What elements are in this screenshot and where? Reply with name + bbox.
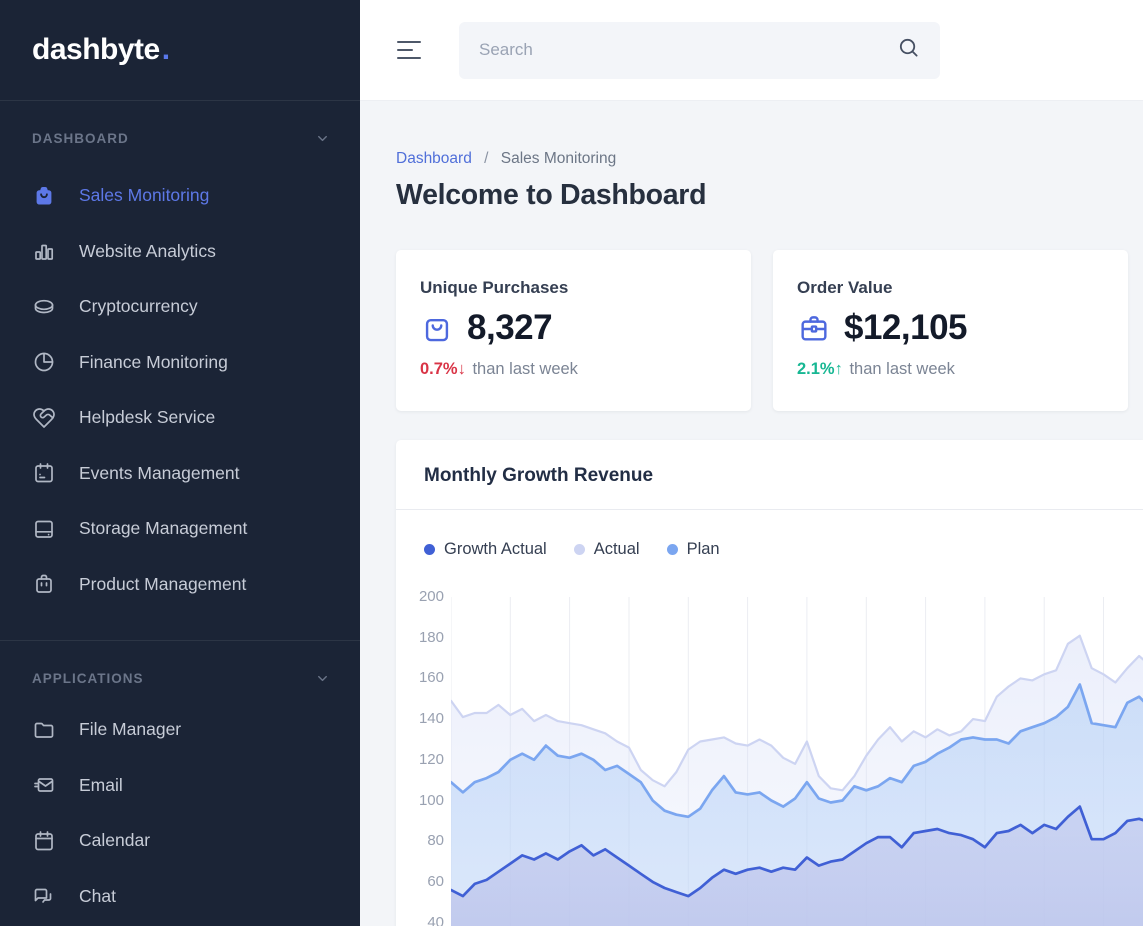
revenue-chart-card: Monthly Growth Revenue Growth Actual Act… <box>396 440 1143 926</box>
brand-name: dashbyte <box>32 33 160 67</box>
mail-send-icon <box>32 773 56 797</box>
chat-icon <box>32 884 56 908</box>
y-axis-tick: 160 <box>396 669 444 686</box>
legend-dot <box>574 544 585 555</box>
y-axis-tick: 120 <box>396 751 444 768</box>
stat-value: $12,105 <box>844 308 967 348</box>
legend-dot <box>424 544 435 555</box>
chart-header: Monthly Growth Revenue <box>396 440 1143 510</box>
y-axis-tick: 40 <box>396 914 444 926</box>
sidebar-nav-applications: File Manager Email Calendar Chat <box>0 702 360 924</box>
legend-item-plan[interactable]: Plan <box>667 540 720 559</box>
coin-icon <box>32 295 56 319</box>
stat-label: Order Value <box>797 278 1104 298</box>
shopping-bag-icon <box>32 184 56 208</box>
sidebar-item-storage-management[interactable]: Storage Management <box>0 501 360 557</box>
breadcrumb-current: Sales Monitoring <box>501 150 616 167</box>
brand-dot: . <box>162 33 170 67</box>
folder-icon <box>32 718 56 742</box>
briefcase-icon <box>797 311 831 345</box>
sidebar-item-label: Finance Monitoring <box>79 352 228 373</box>
stat-label: Unique Purchases <box>420 278 727 298</box>
hard-drive-icon <box>32 517 56 541</box>
sidebar-item-chat[interactable]: Chat <box>0 869 360 925</box>
chart-legend: Growth Actual Actual Plan <box>396 510 1143 559</box>
sidebar-item-label: Helpdesk Service <box>79 407 215 428</box>
sidebar-item-finance-monitoring[interactable]: Finance Monitoring <box>0 335 360 391</box>
search-icon[interactable] <box>897 36 920 64</box>
legend-item-growth-actual[interactable]: Growth Actual <box>424 540 547 559</box>
page-content: Dashboard / Sales Monitoring Welcome to … <box>360 101 1143 926</box>
breadcrumb-link-dashboard[interactable]: Dashboard <box>396 150 472 167</box>
sidebar-item-email[interactable]: Email <box>0 758 360 814</box>
sidebar-item-label: Calendar <box>79 830 150 851</box>
chevron-down-icon <box>315 671 330 686</box>
bar-chart-icon <box>32 239 56 263</box>
y-axis-tick: 100 <box>396 792 444 809</box>
stat-card-order-value: Order Value $12,105 2.1%↑ than last week <box>773 250 1128 411</box>
stat-delta-row: 2.1%↑ than last week <box>797 360 1104 379</box>
arrow-down-icon: ↓ <box>458 360 466 378</box>
sidebar-item-label: File Manager <box>79 719 181 740</box>
y-axis-tick: 140 <box>396 710 444 727</box>
sidebar-item-label: Cryptocurrency <box>79 296 198 317</box>
y-axis-tick: 200 <box>396 588 444 605</box>
sidebar-item-label: Chat <box>79 886 116 907</box>
chart-title: Monthly Growth Revenue <box>424 465 1115 487</box>
sidebar: dashbyte. DASHBOARD Sales Monitoring Webs… <box>0 0 360 926</box>
sidebar-item-cryptocurrency[interactable]: Cryptocurrency <box>0 279 360 335</box>
arrow-up-icon: ↑ <box>835 360 843 378</box>
calendar-event-icon <box>32 461 56 485</box>
sidebar-nav-dashboard: Sales Monitoring Website Analytics Cryptoc… <box>0 168 360 612</box>
page-title: Welcome to Dashboard <box>396 179 1143 212</box>
stat-delta-row: 0.7%↓ than last week <box>420 360 727 379</box>
main-area: Dashboard / Sales Monitoring Welcome to … <box>360 0 1143 926</box>
stats-row: Unique Purchases 8,327 0.7%↓ than last w… <box>396 250 1143 411</box>
search-input[interactable] <box>479 40 897 60</box>
sidebar-item-label: Product Management <box>79 574 246 595</box>
sidebar-item-label: Website Analytics <box>79 241 216 262</box>
stat-note: than last week <box>472 360 577 378</box>
sidebar-item-label: Sales Monitoring <box>79 185 209 206</box>
sidebar-divider <box>0 640 360 641</box>
sidebar-item-label: Storage Management <box>79 518 247 539</box>
sidebar-item-calendar[interactable]: Calendar <box>0 813 360 869</box>
y-axis-tick: 80 <box>396 832 444 849</box>
sidebar-item-website-analytics[interactable]: Website Analytics <box>0 224 360 280</box>
y-axis-tick: 180 <box>396 629 444 646</box>
sidebar-section-dashboard[interactable]: DASHBOARD <box>0 131 360 146</box>
topbar <box>360 0 1143 101</box>
brand-logo[interactable]: dashbyte. <box>0 0 360 101</box>
sidebar-item-label: Email <box>79 775 123 796</box>
suitcase-icon <box>32 572 56 596</box>
sidebar-item-events-management[interactable]: Events Management <box>0 446 360 502</box>
breadcrumb: Dashboard / Sales Monitoring <box>396 150 1143 168</box>
stat-card-unique-purchases: Unique Purchases 8,327 0.7%↓ than last w… <box>396 250 751 411</box>
sidebar-item-helpdesk-service[interactable]: Helpdesk Service <box>0 390 360 446</box>
sidebar-item-label: Events Management <box>79 463 240 484</box>
stat-value: 8,327 <box>467 308 552 348</box>
search-box[interactable] <box>459 22 940 79</box>
sidebar-item-product-management[interactable]: Product Management <box>0 557 360 613</box>
stat-note: than last week <box>849 360 954 378</box>
section-label: APPLICATIONS <box>32 671 144 686</box>
sidebar-item-file-manager[interactable]: File Manager <box>0 702 360 758</box>
heart-handshake-icon <box>32 406 56 430</box>
calendar-icon <box>32 829 56 853</box>
sidebar-item-sales-monitoring[interactable]: Sales Monitoring <box>0 168 360 224</box>
sidebar-section-applications[interactable]: APPLICATIONS <box>0 671 360 686</box>
legend-dot <box>667 544 678 555</box>
chart-area: 200 180 160 140 120 100 80 60 40 <box>396 582 1143 926</box>
breadcrumb-separator: / <box>484 150 488 167</box>
monthly-growth-revenue-plot[interactable] <box>451 582 1143 926</box>
shopping-bag-icon <box>420 311 454 345</box>
pie-chart-icon <box>32 350 56 374</box>
legend-item-actual[interactable]: Actual <box>574 540 640 559</box>
chevron-down-icon <box>315 131 330 146</box>
y-axis-tick: 60 <box>396 873 444 890</box>
section-label: DASHBOARD <box>32 131 129 146</box>
menu-toggle-icon[interactable] <box>397 35 423 65</box>
